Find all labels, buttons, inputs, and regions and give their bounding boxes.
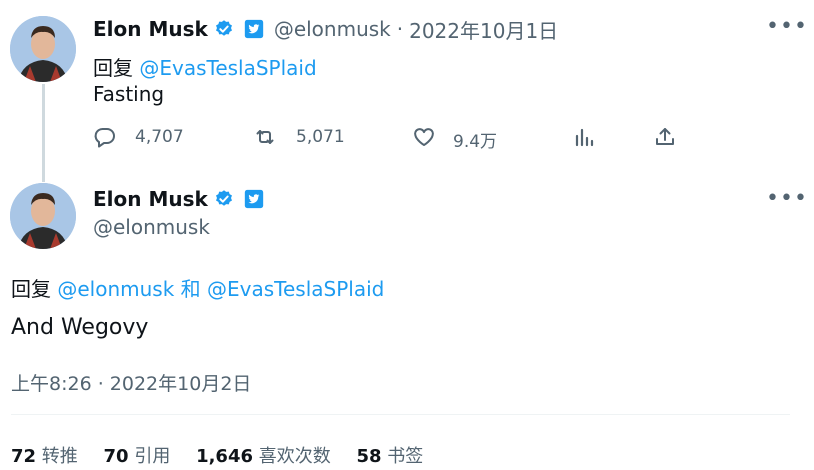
share-icon (656, 128, 674, 145)
tweet-text: Fasting (93, 82, 165, 106)
tweet-date[interactable]: 2022年10月1日 (409, 15, 558, 44)
share-action[interactable] (653, 124, 677, 150)
thread-line (42, 84, 45, 182)
tweet2-header: Elon Musk (93, 186, 264, 212)
separator-dot: · (396, 17, 404, 41)
bookmarks-label: 书签 (387, 446, 424, 467)
mention-link[interactable]: @EvasTeslaSPlaid (207, 277, 384, 301)
tweet1-header: Elon Musk @elonmusk · 2022年10月1日 (93, 15, 558, 44)
retweets-label: 转推 (41, 446, 78, 467)
retweet-icon (256, 130, 274, 144)
analytics-action[interactable] (572, 124, 596, 150)
more-options-icon[interactable]: ••• (766, 188, 808, 210)
twitter-blue-icon (244, 19, 263, 39)
avatar-image (10, 183, 76, 249)
reply-context: 回复 @elonmusk 和 @EvasTeslaSPlaid (11, 273, 384, 302)
likes-count: 1,646 (196, 446, 253, 467)
like-count: 9.4万 (453, 132, 498, 152)
avatar[interactable] (10, 183, 76, 249)
likes-label: 喜欢次数 (258, 446, 331, 467)
bookmarks-stat[interactable]: 58 书签 (356, 446, 423, 467)
bookmarks-count: 58 (356, 446, 382, 467)
twitter-blue-icon (244, 189, 263, 209)
tweet-timestamp[interactable]: 上午8:26 · 2022年10月2日 (11, 369, 251, 396)
avatar-image (10, 16, 76, 82)
retweets-count: 72 (11, 446, 37, 467)
reply-action[interactable] (93, 124, 117, 150)
author-handle[interactable]: @elonmusk (274, 17, 391, 41)
stats-row: 72 转推 70 引用 1,646 喜欢次数 58 书签 (11, 442, 423, 468)
reply-and: 和 (180, 277, 201, 301)
quotes-label: 引用 (134, 446, 171, 467)
heart-icon (414, 128, 434, 146)
divider (11, 414, 790, 415)
retweets-stat[interactable]: 72 转推 (11, 446, 78, 467)
more-options-icon[interactable]: ••• (766, 16, 808, 38)
retweet-action[interactable] (253, 124, 277, 150)
likes-stat[interactable]: 1,646 喜欢次数 (196, 446, 331, 467)
quotes-count: 70 (103, 446, 129, 467)
verified-badge-icon (215, 20, 232, 36)
like-action[interactable] (412, 124, 436, 150)
analytics-icon (575, 128, 594, 147)
mention-link[interactable]: @elonmusk (57, 277, 174, 301)
tweet-text: And Wegovy (11, 315, 149, 340)
author-name[interactable]: Elon Musk (93, 187, 208, 211)
verified-badge-icon (215, 190, 232, 206)
author-name[interactable]: Elon Musk (93, 17, 208, 41)
quotes-stat[interactable]: 70 引用 (104, 446, 171, 467)
avatar[interactable] (10, 16, 76, 82)
reply-context: 回复 @EvasTeslaSPlaid (93, 52, 317, 81)
reply-count: 4,707 (135, 127, 184, 147)
author-handle[interactable]: @elonmusk (93, 215, 210, 239)
reply-icon (94, 128, 115, 148)
mention-link[interactable]: @EvasTeslaSPlaid (139, 56, 316, 80)
reply-prefix: 回复 (11, 277, 51, 301)
retweet-count: 5,071 (296, 127, 345, 147)
reply-prefix: 回复 (93, 56, 133, 80)
